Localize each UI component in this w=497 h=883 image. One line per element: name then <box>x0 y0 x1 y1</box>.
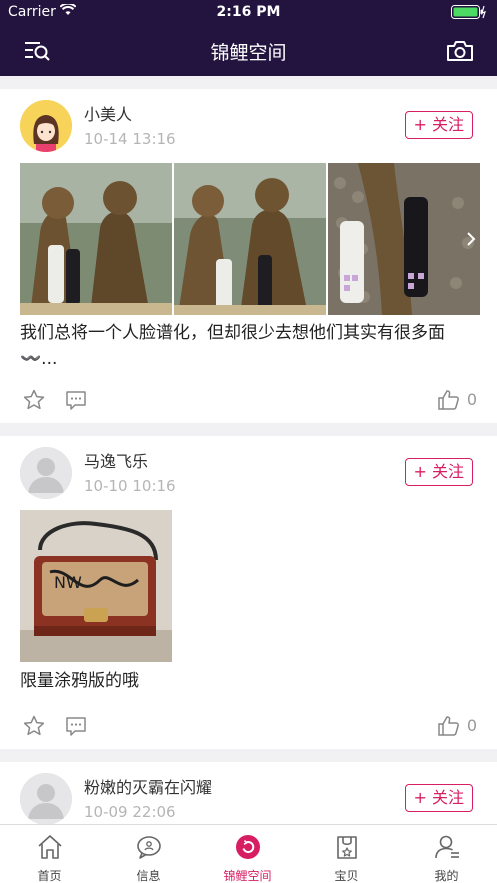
post-photo[interactable] <box>328 163 480 315</box>
post-actions: 0 <box>0 388 497 416</box>
tab-treasure[interactable]: 宝贝 <box>297 825 396 883</box>
follow-button[interactable]: + 关注 <box>404 784 473 812</box>
tab-label: 信息 <box>136 869 161 883</box>
tab-label: 锦鲤空间 <box>223 869 272 883</box>
tab-label: 宝贝 <box>334 869 359 883</box>
nav-bar: 锦鲤空间 <box>0 26 497 76</box>
message-icon <box>99 833 198 865</box>
post-photo[interactable] <box>174 163 326 315</box>
tab-mine[interactable]: 我的 <box>396 825 497 883</box>
koi-space-icon <box>198 833 297 865</box>
comment-icon[interactable] <box>64 388 88 416</box>
battery-icon <box>451 5 487 23</box>
tab-home[interactable]: 首页 <box>0 825 99 883</box>
post-card[interactable]: 粉嫩的灭霸在闪耀 10-09 22:06 + 关注 <box>0 762 497 824</box>
star-icon[interactable] <box>22 388 46 416</box>
thumbs-up-icon <box>437 388 461 416</box>
camera-icon[interactable] <box>445 38 475 64</box>
clock: 2:16 PM <box>216 4 281 20</box>
tab-label: 我的 <box>434 869 459 883</box>
username[interactable]: 小美人 <box>84 101 132 125</box>
feed[interactable]: 小美人 10-14 13:16 + 关注 我们总将一个人脸谱化，但却很少去想他们… <box>0 76 497 824</box>
comment-icon[interactable] <box>64 714 88 742</box>
app-header: Carrier 2:16 PM 锦鲤空间 <box>0 0 497 76</box>
page-title: 锦鲤空间 <box>210 42 287 64</box>
post-photo[interactable]: NW <box>20 510 172 662</box>
tab-label: 首页 <box>37 869 62 883</box>
post-card[interactable]: 小美人 10-14 13:16 + 关注 我们总将一个人脸谱化，但却很少去想他们… <box>0 89 497 423</box>
post-time: 10-10 10:16 <box>84 477 176 495</box>
post-text[interactable]: 我们总将一个人脸谱化，但却很少去想他们其实有很多面〰️... <box>20 320 480 372</box>
like-button[interactable]: 0 <box>437 714 477 740</box>
username[interactable]: 粉嫩的灭霸在闪耀 <box>84 774 212 798</box>
post-text[interactable]: 限量涂鸦版的哦 <box>20 668 480 694</box>
status-bar: Carrier 2:16 PM <box>0 0 497 26</box>
follow-button[interactable]: + 关注 <box>404 458 473 486</box>
avatar[interactable] <box>20 447 72 499</box>
home-icon <box>0 833 99 865</box>
star-icon[interactable] <box>22 714 46 742</box>
user-icon <box>396 833 497 865</box>
username[interactable]: 马逸飞乐 <box>84 448 148 472</box>
like-count: 0 <box>466 390 477 409</box>
bag-icon <box>297 833 396 865</box>
avatar[interactable] <box>20 100 72 152</box>
svg-text:NW: NW <box>54 573 82 592</box>
avatar[interactable] <box>20 773 72 824</box>
post-photo[interactable] <box>20 163 172 315</box>
tab-messages[interactable]: 信息 <box>99 825 198 883</box>
follow-button[interactable]: + 关注 <box>404 111 473 139</box>
like-count: 0 <box>466 716 477 735</box>
post-time: 10-14 13:16 <box>84 130 176 148</box>
post-time: 10-09 22:06 <box>84 803 176 821</box>
post-actions: 0 <box>0 714 497 742</box>
tab-bar: 首页 信息 锦鲤空间 宝贝 我的 <box>0 824 497 883</box>
tab-koi-space[interactable]: 锦鲤空间 <box>198 825 297 883</box>
post-card[interactable]: 马逸飞乐 10-10 10:16 + 关注 NW 限量涂鸦版的哦 0 <box>0 436 497 749</box>
like-button[interactable]: 0 <box>437 388 477 414</box>
thumbs-up-icon <box>437 714 461 742</box>
